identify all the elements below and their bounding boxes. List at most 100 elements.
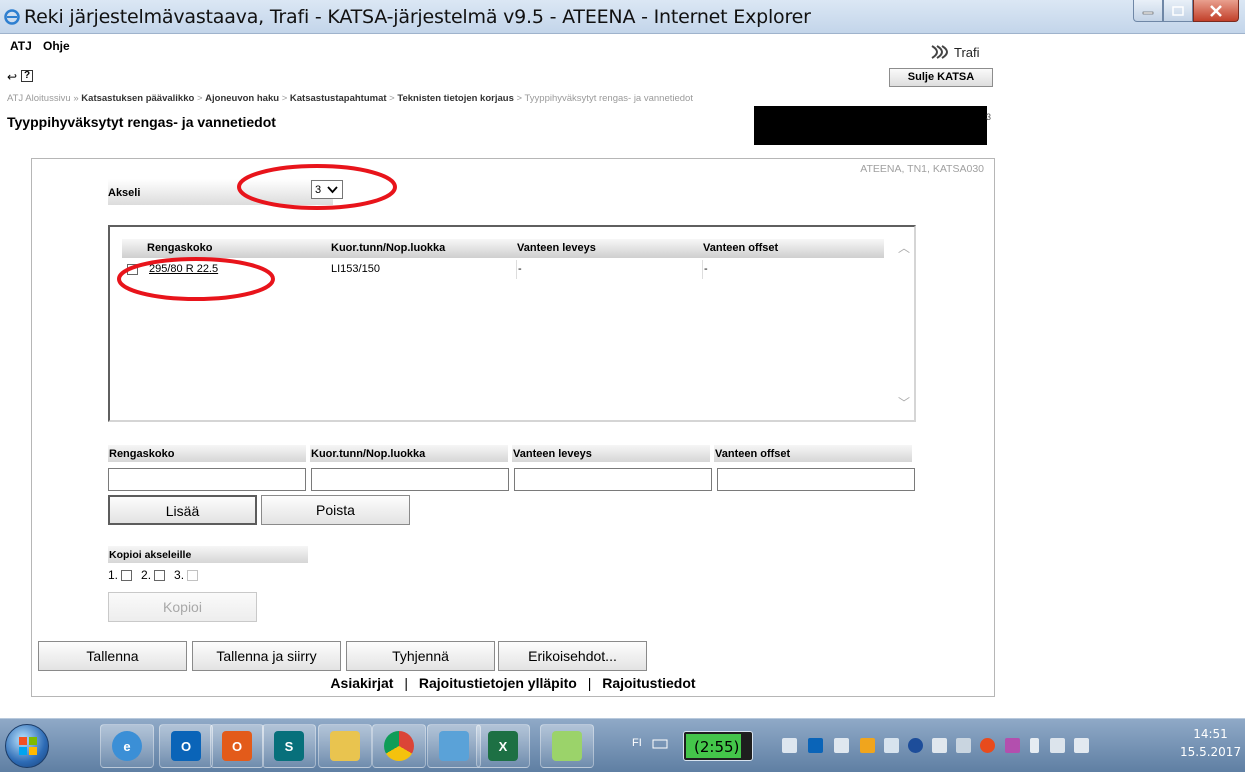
breadcrumb-separator: > [196,93,203,104]
copy-axle-2-checkbox[interactable] [154,569,166,581]
link-restriction-maintenance[interactable]: Rajoitustietojen ylläpito [419,675,577,691]
windows-logo-icon [19,737,37,755]
copy-axle-2-label: 2. [141,568,152,582]
window-controls [1133,0,1239,24]
minimize-icon [1142,11,1154,14]
breadcrumb-home[interactable]: ATJ Aloitussivu [7,93,71,104]
tire-size-input[interactable] [108,468,306,491]
copy-axle-1-label: 1. [108,568,119,582]
wrench-icon[interactable] [956,738,971,753]
battery-tray-icon[interactable] [1030,738,1039,753]
outlook-icon: O [171,731,201,761]
entry-label-rim-width: Vanteen leveys [512,445,710,462]
list-scrollbar[interactable]: ︿ ﹀ [896,239,913,411]
security-icon[interactable] [980,738,995,753]
trafi-logo-icon [931,45,948,59]
column-header-rim-width: Vanteen leveys [517,242,596,254]
signal-icon[interactable] [1050,738,1065,753]
sharepoint-icon: S [274,731,304,761]
remote-desktop-icon [439,731,469,761]
outlook-tray-icon[interactable] [808,738,823,753]
close-katsa-button[interactable]: Sulje KATSA [889,68,993,87]
axle-select-value: 3 [315,183,322,196]
axle-row: Akseli [108,179,333,205]
breadcrumb-tech-correction[interactable]: Teknisten tietojen korjaus [397,93,514,104]
copy-axle-3-checkbox [187,569,199,581]
taskbar-office-app[interactable]: O [210,724,264,768]
rim-width-input[interactable] [514,468,712,491]
network-tool-icon[interactable] [932,738,947,753]
sticky-notes-icon [552,731,582,761]
keyboard-icon [652,739,668,749]
printer-icon[interactable] [782,738,797,753]
rim-width-cell: - [516,260,522,279]
shield-icon[interactable] [860,738,875,753]
axle-select[interactable]: 3 [311,180,343,199]
clear-button[interactable]: Tyhjennä [346,641,495,671]
start-button[interactable] [5,724,49,768]
minimize-button[interactable] [1133,0,1163,22]
copy-axles-title: Kopioi akseleille [108,546,308,563]
trafi-logo: Trafi [930,44,980,60]
help-icon[interactable]: ? [21,70,33,82]
taskbar-notes[interactable] [540,724,594,768]
clock-date: 15.5.2017 [1180,745,1242,759]
add-button[interactable]: Lisää [108,495,257,525]
taskbar-file-explorer[interactable] [318,724,372,768]
system-id: ATEENA, TN1, KATSA030 [860,163,984,175]
battery-indicator[interactable]: (2:55) [683,731,753,761]
column-header-load-speed: Kuor.tunn/Nop.luokka [331,242,446,254]
taskbar-sharepoint[interactable]: S [262,724,316,768]
tire-list-header: Rengaskoko Kuor.tunn/Nop.luokka Vanteen … [122,239,884,258]
entry-header: Rengaskoko Kuor.tunn/Nop.luokka Vanteen … [108,445,916,464]
taskbar: e O O S X FI (2:55) 14:51 15.5.2017 [0,718,1245,772]
breadcrumb-main-menu[interactable]: Katsastuksen päävalikko [81,93,194,104]
taskbar-excel[interactable]: X [476,724,530,768]
copy-axle-1-checkbox[interactable] [121,569,133,581]
menu-item-ohje[interactable]: Ohje [43,39,70,53]
close-button[interactable] [1193,0,1239,22]
load-speed-input[interactable] [311,468,509,491]
bluetooth-icon[interactable] [908,738,923,753]
scroll-up-icon[interactable]: ︿ [898,239,910,256]
back-arrow-icon[interactable]: ↩ [7,70,17,84]
taskbar-remote-app[interactable] [427,724,481,768]
volume-mute-icon[interactable] [1074,738,1089,753]
special-conditions-button[interactable]: Erikoisehdot... [498,641,647,671]
breadcrumb-vehicle-search[interactable]: Ajoneuvon haku [205,93,279,104]
breadcrumb-separator: > [516,93,523,104]
copy-button: Kopioi [108,592,257,622]
maximize-icon [1172,5,1184,16]
mail-icon[interactable] [834,738,849,753]
app-tray-icon[interactable] [1005,738,1020,753]
device-icon[interactable] [884,738,899,753]
tire-size-link[interactable]: 295/80 R 22.5 [147,260,327,279]
window-title-bar: Reki järjestelmävastaava, Trafi - KATSA-… [0,0,1245,34]
menu-item-atj[interactable]: ATJ [10,39,32,53]
link-restrictions[interactable]: Rajoitustiedot [602,675,695,691]
rim-offset-input[interactable] [717,468,915,491]
redacted-area [754,106,987,145]
remove-button[interactable]: Poista [261,495,410,525]
scroll-down-icon[interactable]: ﹀ [898,394,910,411]
folder-icon [330,731,360,761]
taskbar-outlook[interactable]: O [159,724,213,768]
chevron-down-icon [327,185,338,193]
excel-icon: X [488,731,518,761]
taskbar-chrome[interactable] [372,724,426,768]
row-checkbox[interactable] [127,264,138,275]
battery-label: (2:55) [694,738,740,756]
breadcrumb-separator: » [73,93,79,104]
clock[interactable]: 14:51 15.5.2017 [1180,725,1241,761]
taskbar-internet-explorer[interactable]: e [100,724,154,768]
save-button[interactable]: Tallenna [38,641,187,671]
window-title: Reki järjestelmävastaava, Trafi - KATSA-… [24,6,811,28]
page-title: Tyyppihyväksytyt rengas- ja vannetiedot [7,114,276,130]
link-documents[interactable]: Asiakirjat [330,675,393,691]
breadcrumb-inspection-events[interactable]: Katsastustapahtumat [290,93,387,104]
save-and-move-button[interactable]: Tallenna ja siirry [192,641,341,671]
copy-axle-3-label: 3. [174,568,185,582]
clock-time: 14:51 [1193,727,1228,741]
maximize-button[interactable] [1163,0,1193,22]
language-indicator[interactable]: FI [632,737,642,749]
